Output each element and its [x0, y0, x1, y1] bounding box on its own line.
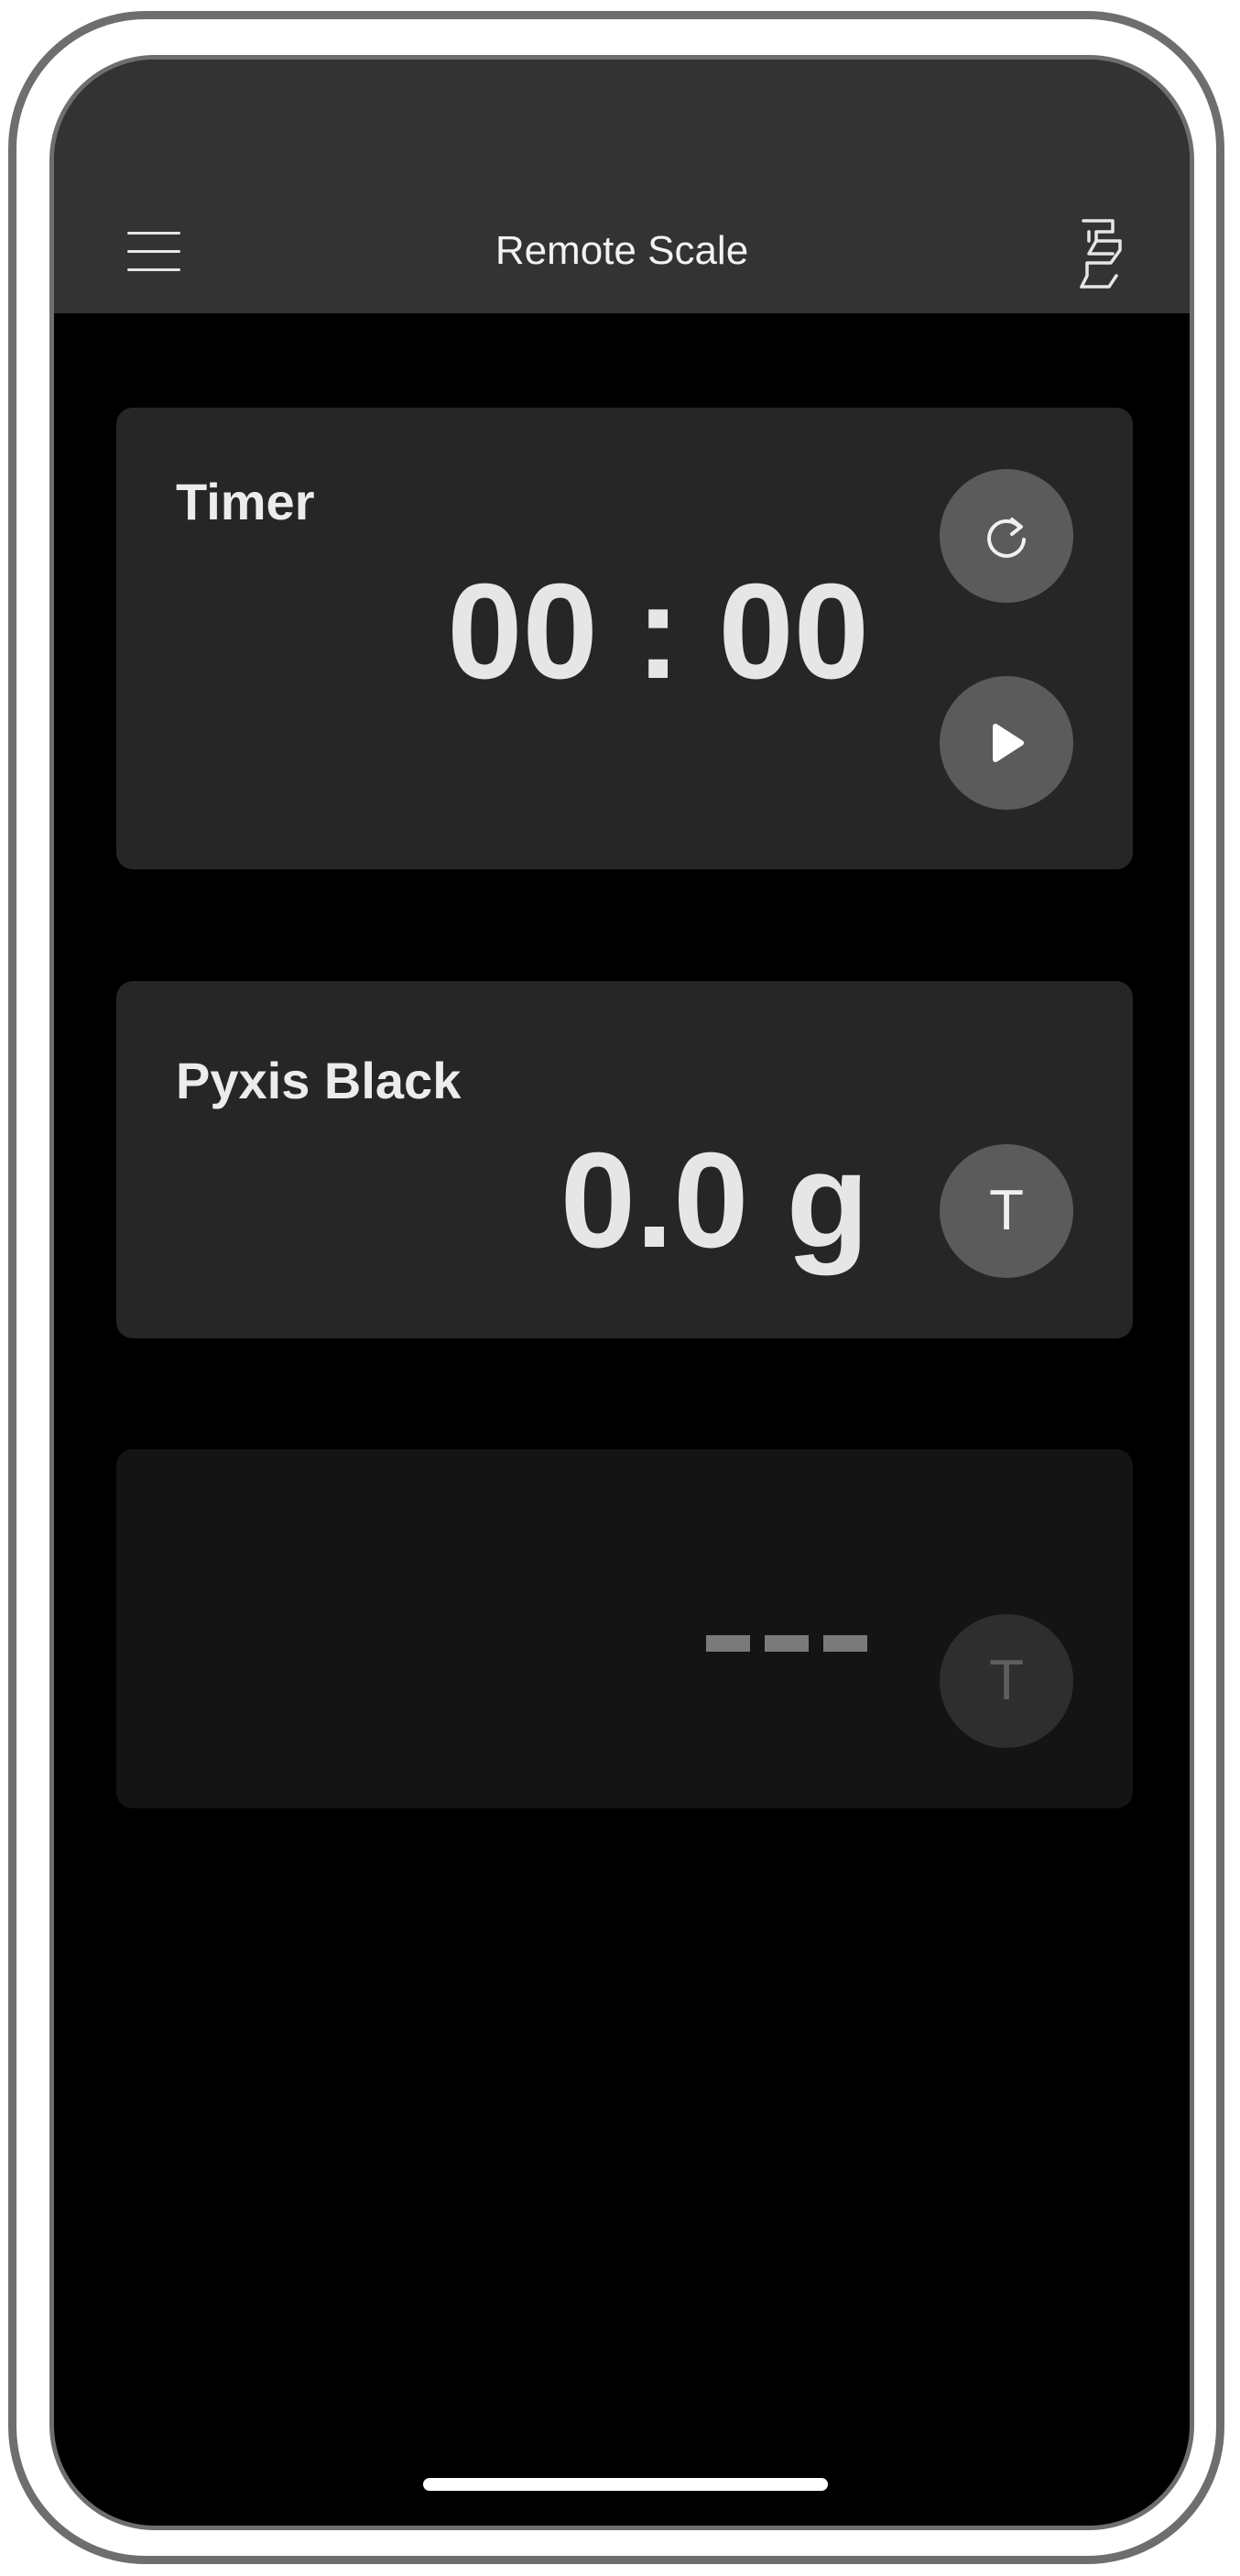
scale-card-disconnected: T: [116, 1449, 1133, 1808]
reset-icon: [987, 518, 1026, 558]
placeholder-dash: [765, 1635, 809, 1652]
scale-device-icon-graphic: [1080, 219, 1122, 289]
timer-value: 00 : 00: [447, 556, 869, 707]
page-title: Remote Scale: [495, 228, 749, 273]
scale-name: Pyxis Black: [176, 1052, 462, 1109]
scale-weight-placeholder: [706, 1635, 867, 1652]
status-bar-area: [54, 60, 1190, 188]
timer-label: Timer: [176, 473, 315, 530]
scale-device-icon[interactable]: [1076, 213, 1135, 292]
timer-reset-button[interactable]: [940, 469, 1073, 603]
tare-icon: T: [989, 1179, 1024, 1242]
tare-icon: T: [989, 1649, 1024, 1712]
scale-card: Pyxis Black 0.0 g T: [116, 981, 1133, 1338]
placeholder-dash: [706, 1635, 750, 1652]
tare-button[interactable]: T: [940, 1144, 1073, 1278]
home-indicator[interactable]: [423, 2478, 828, 2491]
scale-weight-value: 0.0 g: [560, 1125, 869, 1276]
page: Remote Scale Timer 00 : 00 Pyxis Black 0…: [0, 0, 1240, 2576]
navigation-bar: Remote Scale: [54, 188, 1190, 313]
timer-play-button[interactable]: [940, 676, 1073, 810]
timer-card: Timer 00 : 00: [116, 408, 1133, 869]
placeholder-dash: [823, 1635, 867, 1652]
phone-screen: Remote Scale Timer 00 : 00 Pyxis Black 0…: [49, 55, 1194, 2530]
tare-button-disabled[interactable]: T: [940, 1614, 1073, 1748]
play-icon: [993, 724, 1024, 762]
